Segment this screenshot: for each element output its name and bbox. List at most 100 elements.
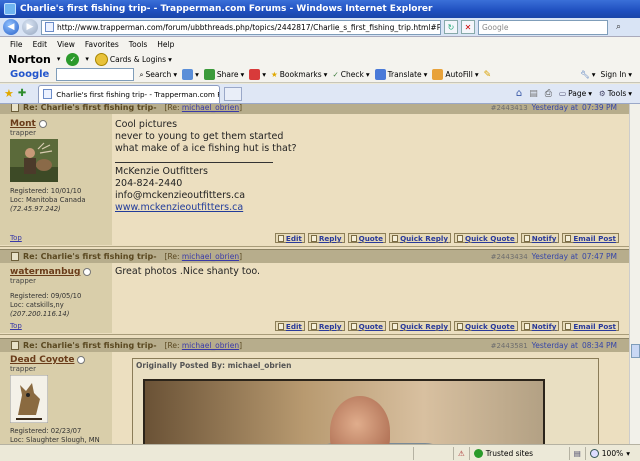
menu-view[interactable]: View: [57, 40, 75, 49]
chevron-down-icon[interactable]: ▾: [85, 55, 89, 63]
feeds-icon[interactable]: ▤: [529, 89, 538, 99]
zone-indicator[interactable]: Trusted sites: [468, 446, 569, 460]
tools-menu-button[interactable]: ⚙ Tools ▾: [599, 89, 632, 98]
quote-button[interactable]: Quote: [347, 233, 387, 243]
quick-reply-icon: [392, 322, 399, 330]
vertical-scrollbar[interactable]: [629, 104, 640, 444]
menu-tools[interactable]: Tools: [129, 40, 147, 49]
add-favorite-icon[interactable]: ✚: [18, 88, 26, 99]
blocker-button[interactable]: ▾: [249, 69, 266, 80]
post-subject[interactable]: Re: Charlie's first fishing trip-: [23, 104, 157, 112]
post-number[interactable]: #2443413: [491, 104, 528, 112]
pencil-icon[interactable]: ✎: [484, 70, 492, 80]
quote-button[interactable]: Quote: [347, 321, 387, 331]
avatar[interactable]: [9, 374, 49, 424]
bookmarks-button[interactable]: ★ Bookmarks ▾: [271, 70, 327, 79]
new-tab-button[interactable]: [224, 86, 243, 101]
reply-button[interactable]: Reply: [307, 233, 345, 243]
back-button[interactable]: ◀: [3, 19, 19, 35]
popup-icon[interactable]: ⚠: [458, 449, 465, 458]
re-user-link[interactable]: michael_obrien: [182, 341, 239, 350]
autofill-button[interactable]: AutoFill ▾: [432, 69, 479, 80]
quote-label: Quote: [358, 233, 384, 243]
registered-date: Registered: 02/23/07: [10, 427, 82, 435]
cards-logins-button[interactable]: Cards & Logins ▾: [94, 52, 172, 66]
username-link[interactable]: watermanbug: [10, 267, 112, 277]
favorites-star-icon[interactable]: ★: [4, 87, 14, 100]
print-icon[interactable]: ⎙: [545, 89, 552, 99]
page-menu-button[interactable]: ▭ Page ▾: [559, 89, 592, 98]
chevron-down-icon: ▾: [262, 70, 267, 79]
norton-dropdown-icon[interactable]: ▾: [57, 55, 61, 63]
post-actions: Edit Reply Quote Quick Reply Quick Quote…: [274, 233, 619, 243]
post-number[interactable]: #2443581: [491, 342, 528, 350]
avatar[interactable]: [10, 139, 58, 182]
reply-button[interactable]: Reply: [307, 321, 345, 331]
page-icon: ▭: [558, 89, 567, 98]
check-button[interactable]: ✓ Check ▾: [332, 70, 369, 79]
re-user-link[interactable]: michael_obrien: [182, 104, 239, 112]
stop-button[interactable]: ✕: [461, 20, 475, 34]
home-icon[interactable]: ⌂: [516, 88, 522, 99]
signature-link[interactable]: www.mckenzieoutfitters.ca: [115, 202, 243, 213]
quick-reply-button[interactable]: Quick Reply: [389, 321, 451, 331]
username: watermanbug: [10, 267, 81, 277]
email-post-button[interactable]: Email Post: [562, 321, 619, 331]
chevron-down-icon: ▾: [323, 70, 328, 79]
menu-file[interactable]: File: [10, 40, 23, 49]
re-suffix: ]: [239, 341, 243, 350]
quick-quote-icon: [457, 234, 463, 242]
search-button[interactable]: ⌕: [611, 20, 626, 35]
edit-button[interactable]: Edit: [274, 233, 305, 243]
post-meta: #2443434 Yesterday at 07:47 PM: [491, 252, 617, 261]
signature-line: McKenzie Outfitters: [115, 166, 208, 177]
post-line: Great photos .Nice shanty too.: [115, 266, 261, 277]
search-input[interactable]: Google: [478, 19, 608, 35]
email-post-label: Email Post: [573, 321, 616, 331]
top-link[interactable]: Top: [10, 322, 22, 330]
address-bar[interactable]: http://www.trapperman.com/forum/ubbthrea…: [41, 19, 441, 35]
menu-edit[interactable]: Edit: [33, 40, 48, 49]
post-subject[interactable]: Re: Charlie's first fishing trip-: [23, 341, 157, 350]
quick-quote-label: Quick Quote: [465, 233, 515, 243]
norton-logo[interactable]: Norton: [8, 53, 51, 66]
scrollbar-thumb[interactable]: [631, 344, 640, 358]
quick-reply-button[interactable]: Quick Reply: [389, 233, 451, 243]
edit-button[interactable]: Edit: [274, 321, 305, 331]
zoom-control[interactable]: 100% ▾: [584, 446, 640, 460]
share-button[interactable]: Share ▾: [203, 69, 244, 80]
username-link[interactable]: Dead Coyote: [10, 355, 112, 365]
puzzle-button[interactable]: ▾: [182, 69, 199, 80]
google-search-input[interactable]: [56, 68, 135, 81]
zoom-level: 100%: [601, 448, 624, 458]
tab-trapperman[interactable]: Charlie's first fishing trip- - Trapperm…: [38, 84, 221, 103]
post-number[interactable]: #2443434: [491, 253, 528, 261]
user-rank: trapper: [10, 129, 36, 137]
signature-divider: [115, 155, 273, 163]
menu-help[interactable]: Help: [157, 40, 174, 49]
signin-button[interactable]: Sign In ▾: [601, 70, 640, 79]
email-post-button[interactable]: Email Post: [562, 233, 619, 243]
translate-button[interactable]: Translate ▾: [374, 69, 427, 80]
chevron-down-icon: ▾: [628, 70, 632, 79]
notify-button[interactable]: Notify: [520, 321, 560, 331]
forward-button[interactable]: ▶: [22, 19, 38, 35]
re-user-link[interactable]: michael_obrien: [182, 252, 239, 261]
refresh-button[interactable]: ↻: [444, 20, 458, 34]
username-link[interactable]: Mont: [10, 119, 112, 129]
popup-blocker-icon: [249, 69, 261, 80]
post-subject[interactable]: Re: Charlie's first fishing trip-: [23, 252, 157, 261]
quoted-photo[interactable]: [143, 379, 545, 444]
norton-check-icon[interactable]: ✓: [66, 52, 80, 66]
menu-favorites[interactable]: Favorites: [85, 40, 119, 49]
quick-quote-button[interactable]: Quick Quote: [454, 233, 518, 243]
user-ip: (72.45.97.242): [10, 205, 112, 214]
quick-quote-button[interactable]: Quick Quote: [454, 321, 518, 331]
protected-mode-segment[interactable]: ▤: [568, 446, 585, 460]
quote-title: Originally Posted By: michael_obrien: [136, 361, 292, 370]
notify-button[interactable]: Notify: [520, 233, 560, 243]
wrench-button[interactable]: 🔧︎ ▾: [580, 70, 595, 79]
top-link[interactable]: Top: [10, 234, 22, 242]
google-search-button[interactable]: ⌕ Search ▾: [139, 70, 177, 80]
status-segment: [412, 446, 453, 460]
